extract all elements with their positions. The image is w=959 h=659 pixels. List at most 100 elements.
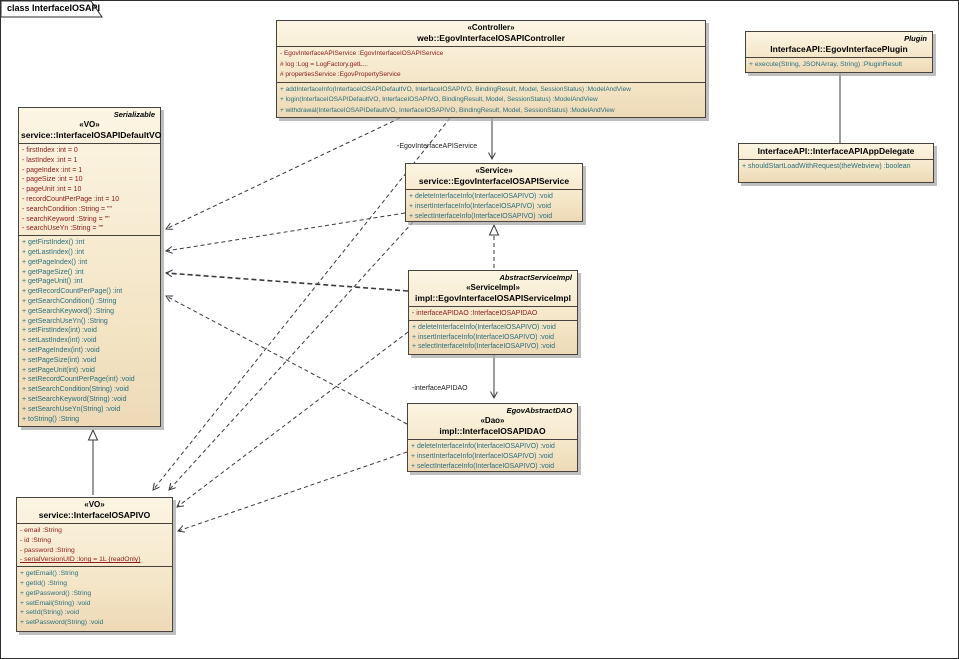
parent-annotation: Plugin [748,34,930,44]
dependency-dao-defaultvo [166,296,407,424]
association-role-label-service: -EgovInterfaceAPIService [397,143,477,150]
class-name: web::EgovInterfaceIOSAPIController [279,33,703,44]
member-row: + setPageUnit(int) :void [22,366,157,376]
member-row: + getRecordCountPerPage() :int [22,287,157,297]
parent-annotation: AbstractServiceImpl [411,273,575,283]
attributes-compartment: - firstIndex :int = 0- lastIndex :int = … [19,143,160,235]
operations-compartment: + deleteInterfaceInfo(InterfaceIOSAPIVO)… [409,320,577,354]
class-interfaceiosapivo[interactable]: «VO» service::InterfaceIOSAPIVO - email … [16,497,173,632]
class-egovinterfaceiosapiserviceimpl[interactable]: AbstractServiceImpl «ServiceImpl» impl::… [408,270,578,355]
member-row: + insertInterfaceInfo(InterfaceIOSAPIVO)… [412,333,574,343]
member-row: + deleteInterfaceInfo(InterfaceIOSAPIVO)… [409,192,579,202]
member-row: + addInterfaceInfo(InterfaceIOSAPIDefaul… [280,85,702,96]
class-name: InterfaceAPI::InterfaceAPIAppDelegate [741,146,931,157]
stereotype: «Service» [408,166,580,176]
class-interfaceiosapidao[interactable]: EgovAbstractDAO «Dao» impl::InterfaceIOS… [407,403,578,472]
class-header: «Service» service::EgovInterfaceIOSAPISe… [406,164,582,189]
member-row: + setPageIndex(int) :void [22,346,157,356]
member-row: - searchUseYn :String = "" [22,224,157,234]
member-row: # propertiesService :EgovPropertyService [280,70,702,81]
member-row: + execute(String, JSONArray, String) :Pl… [749,60,929,70]
dependency-serviceimpl-defaultvo [166,273,408,291]
member-row: + getSearchKeyword() :String [22,307,157,317]
class-header: InterfaceAPI::InterfaceAPIAppDelegate [739,144,933,159]
stereotype: «ServiceImpl» [411,283,575,293]
attributes-compartment: - EgovInterfaceAPIService :EgovInterface… [277,46,705,82]
member-row: + getEmail() :String [20,569,169,579]
member-row: + setSearchUseYn(String) :void [22,405,157,415]
class-header: EgovAbstractDAO «Dao» impl::InterfaceIOS… [408,404,577,439]
stereotype: «Dao» [410,416,575,426]
class-egovinterfaceplugin[interactable]: Plugin InterfaceAPI::EgovInterfacePlugin… [745,31,933,73]
member-row: + setPageSize(int) :void [22,356,157,366]
member-row: - password :String [20,546,169,556]
association-role-label-dao: -interfaceAPIDAO [412,385,468,392]
class-name: service::InterfaceIOSAPIDefaultVO [21,130,158,141]
operations-compartment: + addInterfaceInfo(InterfaceIOSAPIDefaul… [277,82,705,118]
dependency-serviceimpl-vo [177,332,408,507]
diagram-title: class InterfaceIOSAPI [7,3,100,13]
class-header: AbstractServiceImpl «ServiceImpl» impl::… [409,271,577,306]
member-row: - lastIndex :int = 1 [22,156,157,166]
member-row: + setRecordCountPerPage(int) :void [22,375,157,385]
member-row: # log :Log = LogFactory.getL... [280,60,702,71]
stereotype: «VO» [19,500,170,510]
class-egovinterfaceiosapiservice[interactable]: «Service» service::EgovInterfaceIOSAPISe… [405,163,583,222]
member-row: + deleteInterfaceInfo(InterfaceIOSAPIVO)… [411,442,574,452]
class-header: Plugin InterfaceAPI::EgovInterfacePlugin [746,32,932,57]
member-row: + login(InterfaceIOSAPIDefaultVO, Interf… [280,95,702,106]
dependency-controller-defaultvo [166,118,400,229]
member-row: - id :String [20,536,169,546]
member-row: - email :String [20,526,169,536]
operations-compartment: + shouldStartLoadWithRequest(theWebview)… [739,159,933,182]
class-header: «Controller» web::EgovInterfaceIOSAPICon… [277,21,705,46]
member-row: + getPassword() :String [20,589,169,599]
interface-annotation: Serializable [21,110,158,120]
member-row: + selectInterfaceInfo(InterfaceIOSAPIVO)… [411,462,574,471]
member-row: + setSearchCondition(String) :void [22,385,157,395]
member-row: - EgovInterfaceAPIService :EgovInterface… [280,49,702,60]
class-interfaceapiappdelegate[interactable]: InterfaceAPI::InterfaceAPIAppDelegate + … [738,143,934,183]
class-name: impl::InterfaceIOSAPIDAO [410,426,575,437]
member-row: + selectInterfaceInfo(InterfaceIOSAPIVO)… [409,212,579,221]
member-row: + toString() :String [22,415,157,425]
member-row: + withdrawal(InterfaceIOSAPIDefaultVO, I… [280,106,702,117]
member-row: + getSearchCondition() :String [22,297,157,307]
member-row: - searchCondition :String = "" [22,205,157,215]
member-row: - interfaceAPIDAO :InterfaceIOSAPIDAO [412,309,574,319]
operations-compartment: + deleteInterfaceInfo(InterfaceIOSAPIVO)… [406,189,582,221]
class-header: Serializable «VO» service::InterfaceIOSA… [19,108,160,143]
member-row: - pageIndex :int = 1 [22,166,157,176]
member-row: + selectInterfaceInfo(InterfaceIOSAPIVO)… [412,342,574,352]
member-row: + setPassword(String) :void [20,618,169,628]
member-row: + getId() :String [20,579,169,589]
class-name: impl::EgovInterfaceIOSAPIServiceImpl [411,293,575,304]
member-row: + getSearchUseYn() :String [22,317,157,327]
stereotype: «Controller» [279,23,703,33]
member-row: + insertInterfaceInfo(InterfaceIOSAPIVO)… [409,202,579,212]
member-row: - recordCountPerPage :int = 10 [22,195,157,205]
member-row: + deleteInterfaceInfo(InterfaceIOSAPIVO)… [412,323,574,333]
member-row: + setId(String) :void [20,608,169,618]
dependency-service-vo [169,222,413,490]
class-egovinterfaceiosapicontroller[interactable]: «Controller» web::EgovInterfaceIOSAPICon… [276,20,706,118]
member-row: + setFirstIndex(int) :void [22,326,157,336]
member-row: + getPageIndex() :int [22,258,157,268]
member-row: + setSearchKeyword(String) :void [22,395,157,405]
operations-compartment: + getFirstIndex() :int+ getLastIndex() :… [19,235,160,426]
member-row: - searchKeyword :String = "" [22,215,157,225]
member-row: + setEmail(String) :void [20,599,169,609]
operations-compartment: + execute(String, JSONArray, String) :Pl… [746,57,932,72]
member-row: + insertInterfaceInfo(InterfaceIOSAPIVO)… [411,452,574,462]
member-row: + shouldStartLoadWithRequest(theWebview)… [742,162,930,172]
attributes-compartment: - email :String- id :String- password :S… [17,523,172,566]
stereotype: «VO» [21,120,158,130]
class-header: «VO» service::InterfaceIOSAPIVO [17,498,172,523]
class-name: InterfaceAPI::EgovInterfacePlugin [748,44,930,55]
attributes-compartment: - interfaceAPIDAO :InterfaceIOSAPIDAO [409,306,577,320]
member-row: + getPageUnit() :int [22,277,157,287]
member-row: + getLastIndex() :int [22,248,157,258]
class-interfaceiosapidefaultvo[interactable]: Serializable «VO» service::InterfaceIOSA… [18,107,161,427]
dependency-dao-vo [178,452,407,531]
uml-class-diagram: class InterfaceIOSAPI -EgovInterfaceAPIS… [0,0,959,659]
